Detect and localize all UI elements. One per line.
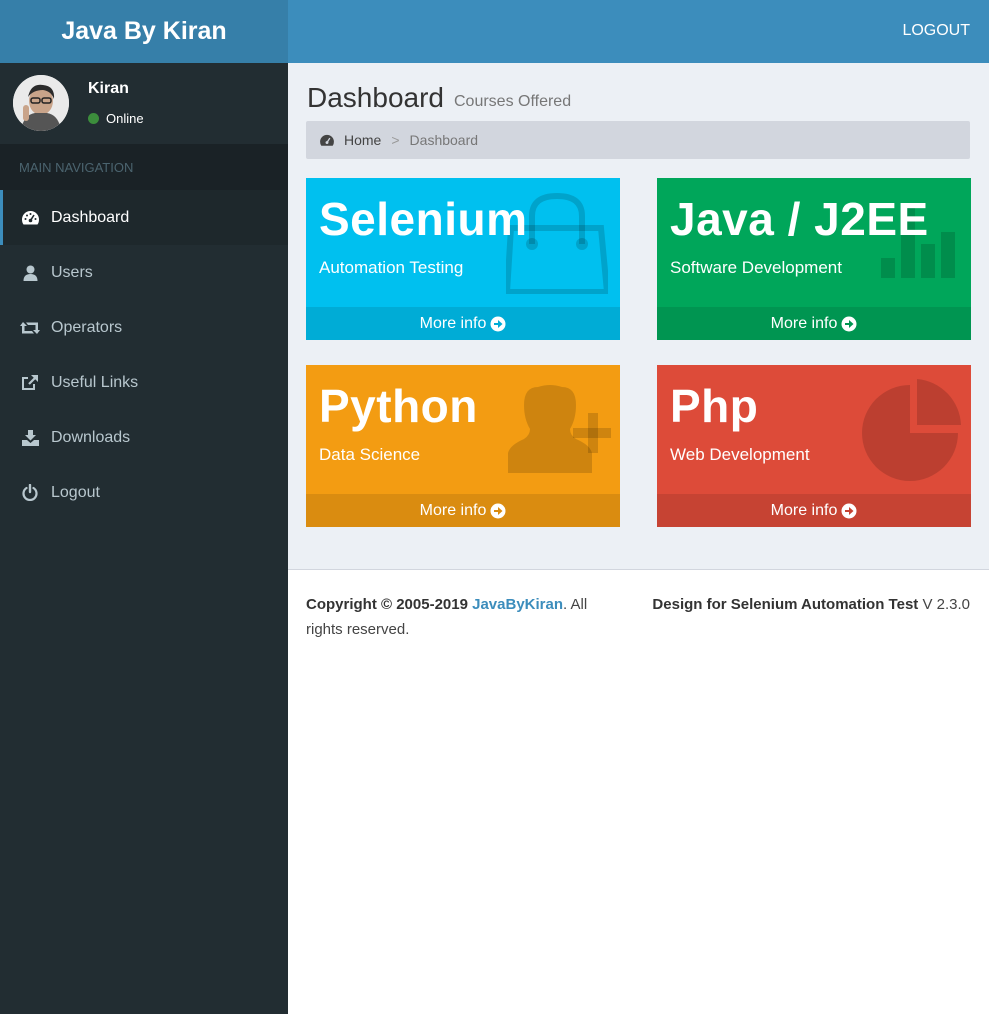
nav-header: MAIN NAVIGATION xyxy=(0,144,288,190)
user-name: Kiran xyxy=(88,80,129,97)
page-footer: Copyright © 2005-2019 JavaByKiran. All r… xyxy=(288,569,989,1015)
user-status: Online xyxy=(88,111,144,126)
arrow-circle-right-icon xyxy=(490,316,506,332)
user-status-label: Online xyxy=(106,111,144,126)
brand-logo[interactable]: Java By Kiran xyxy=(0,0,288,63)
more-info-link[interactable]: More info xyxy=(657,307,971,340)
sidebar-item-label: Operators xyxy=(51,318,123,336)
external-link-icon xyxy=(20,374,40,391)
page-subtitle: Courses Offered xyxy=(454,93,572,110)
arrow-circle-right-icon xyxy=(841,316,857,332)
sidebar-item-label: Logout xyxy=(51,483,100,501)
more-info-label: More info xyxy=(770,314,838,332)
dashboard-icon xyxy=(20,210,40,226)
sidebar-item-dashboard[interactable]: Dashboard xyxy=(0,190,288,245)
pie-chart-icon xyxy=(857,377,963,488)
arrow-circle-right-icon xyxy=(841,503,857,519)
user-add-icon xyxy=(506,383,613,480)
breadcrumb: Home > Dashboard xyxy=(306,121,970,159)
more-info-link[interactable]: More info xyxy=(306,494,620,527)
version-label: V 2.3.0 xyxy=(922,596,970,613)
course-card-java: Java / J2EE Software Development More in… xyxy=(657,178,971,340)
user-panel: Kiran Online xyxy=(0,63,288,144)
brand-title: Java By Kiran xyxy=(61,17,227,45)
card-subtitle: Software Development xyxy=(670,258,842,277)
breadcrumb-home-label: Home xyxy=(344,132,382,148)
user-icon xyxy=(20,265,40,281)
card-title: Php xyxy=(670,380,759,432)
more-info-label: More info xyxy=(419,314,487,332)
online-status-icon xyxy=(88,113,99,124)
page-title: Dashboard xyxy=(307,82,444,113)
power-icon xyxy=(20,484,40,501)
card-subtitle: Web Development xyxy=(670,445,810,464)
course-card-python: Python Data Science More info xyxy=(306,365,620,527)
design-text: Design for Selenium Automation Test V 2.… xyxy=(652,592,970,617)
card-title: Python xyxy=(319,380,478,432)
avatar xyxy=(13,75,69,131)
sidebar-item-label: Useful Links xyxy=(51,373,139,391)
card-subtitle: Automation Testing xyxy=(319,258,464,277)
sidebar: Java By Kiran Kiran Online MAIN NAVIGATI… xyxy=(0,0,288,1014)
more-info-link[interactable]: More info xyxy=(657,494,971,527)
top-navbar: LOGOUT xyxy=(288,0,989,63)
sidebar-item-operators[interactable]: Operators xyxy=(0,300,288,355)
card-title: Selenium xyxy=(319,193,528,245)
course-card-selenium: Selenium Automation Testing More info xyxy=(306,178,620,340)
sidebar-item-label: Users xyxy=(51,263,93,281)
card-subtitle: Data Science xyxy=(319,445,421,464)
copyright-text: Copyright © 2005-2019 JavaByKiran. All r… xyxy=(306,592,626,642)
dashboard-icon xyxy=(319,134,335,147)
breadcrumb-separator: > xyxy=(391,132,400,148)
brand-link[interactable]: JavaByKiran xyxy=(472,596,563,613)
download-icon xyxy=(20,429,40,446)
arrow-circle-right-icon xyxy=(490,503,506,519)
sidebar-item-label: Dashboard xyxy=(51,208,130,226)
breadcrumb-current: Dashboard xyxy=(409,132,479,148)
more-info-label: More info xyxy=(419,501,487,519)
card-title: Java / J2EE xyxy=(670,193,929,245)
sidebar-item-downloads[interactable]: Downloads xyxy=(0,410,288,465)
main-content: Dashboard Courses Offered Home > Dashboa… xyxy=(288,63,989,569)
design-label: Design for Selenium Automation Test xyxy=(652,596,919,613)
sidebar-item-label: Downloads xyxy=(51,428,131,446)
logout-link[interactable]: LOGOUT xyxy=(902,22,970,40)
retweet-icon xyxy=(20,321,40,335)
copyright-prefix: Copyright © 2005-2019 xyxy=(306,596,468,613)
more-info-label: More info xyxy=(770,501,838,519)
course-card-php: Php Web Development More info xyxy=(657,365,971,527)
sidebar-item-users[interactable]: Users xyxy=(0,245,288,300)
breadcrumb-home[interactable]: Home xyxy=(319,132,381,148)
sidebar-item-useful-links[interactable]: Useful Links xyxy=(0,355,288,410)
sidebar-item-logout[interactable]: Logout xyxy=(0,465,288,520)
more-info-link[interactable]: More info xyxy=(306,307,620,340)
